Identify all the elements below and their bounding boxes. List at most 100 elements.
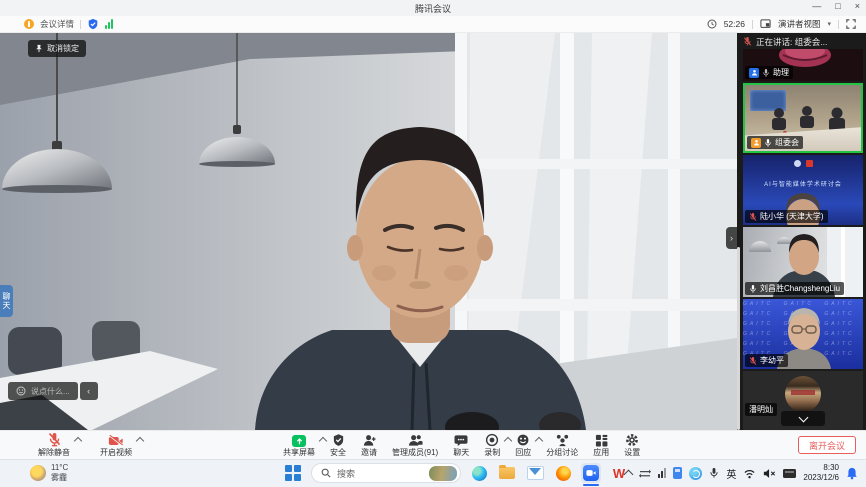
manage-members-button[interactable]: 管理成员(91) xyxy=(392,433,438,458)
unmute-button[interactable]: 解除静音 xyxy=(38,433,70,458)
quick-chat-bar[interactable]: 说点什么... ‹ xyxy=(8,382,98,400)
unpin-button[interactable]: 取消锁定 xyxy=(28,40,86,57)
speaker-muted-icon[interactable] xyxy=(763,468,776,479)
network-signal-icon[interactable] xyxy=(105,19,113,29)
search-icon xyxy=(321,468,331,478)
invite-person-icon xyxy=(363,433,376,447)
taskbar-app-firefox[interactable] xyxy=(553,463,573,483)
participant-tile[interactable]: GAITC GAITC GAITC GAITC GAITC GAITC GAIT… xyxy=(743,299,863,369)
record-label: 录制 xyxy=(484,447,500,458)
chat-button[interactable]: 聊天 xyxy=(453,433,469,458)
host-role-icon xyxy=(749,68,759,78)
timer-clock-icon xyxy=(707,19,717,29)
weather-widget[interactable]: 11°C 雾霾 xyxy=(30,463,68,483)
collapse-chat-icon[interactable]: ‹ xyxy=(80,382,98,400)
emoji-smile-icon[interactable] xyxy=(16,386,26,396)
meeting-details-link[interactable]: 会议详情 xyxy=(40,18,74,30)
members-icon xyxy=(408,433,423,447)
divider xyxy=(838,20,839,29)
taskbar-app-tencent-meeting[interactable] xyxy=(581,463,601,483)
mic-on-icon xyxy=(764,138,772,148)
main-speaker-video[interactable]: 取消锁定 聊天 说点什么... ‹ › xyxy=(0,33,737,430)
pin-icon xyxy=(35,44,43,53)
breakout-group-icon xyxy=(555,433,570,447)
invite-button[interactable]: 邀请 xyxy=(361,433,377,458)
quick-chat-input[interactable]: 说点什么... xyxy=(31,386,70,397)
scroll-more-participants-button[interactable] xyxy=(781,411,825,426)
chat-label: 聊天 xyxy=(453,447,469,458)
tencent-meeting-window: 腾讯会议 — □ × 会议详情 52:26 xyxy=(0,0,866,487)
taskbar-clock[interactable]: 8:30 2023/12/6 xyxy=(803,463,839,483)
participant-tile[interactable]: 潘明灿 xyxy=(743,371,863,430)
participant-tile[interactable]: 助理 xyxy=(743,49,863,81)
participant-name: 李幼平 xyxy=(760,355,784,366)
avatar xyxy=(785,376,821,412)
share-options-chevron[interactable] xyxy=(319,437,327,445)
sync-arrows-icon[interactable] xyxy=(639,468,651,479)
start-button[interactable] xyxy=(283,463,303,483)
leave-meeting-button[interactable]: 离开会议 xyxy=(798,436,856,454)
fullscreen-icon[interactable] xyxy=(846,19,856,29)
participant-tile[interactable]: AI与智能媒体学术研讨会 陆小华 (天津大学) xyxy=(743,155,863,225)
mic-options-chevron[interactable] xyxy=(74,437,82,445)
security-button[interactable]: 安全 xyxy=(330,433,346,458)
mic-muted-icon xyxy=(749,356,757,366)
settings-label: 设置 xyxy=(624,447,640,458)
chat-side-tab[interactable]: 聊天 xyxy=(0,285,13,317)
participant-tile[interactable]: 刘昌胜ChangshengLiu xyxy=(743,227,863,297)
record-button[interactable]: 录制 xyxy=(484,433,500,458)
view-mode-selector[interactable]: 演讲者视图 xyxy=(778,18,821,30)
maximize-icon[interactable]: □ xyxy=(835,1,840,11)
windows-start-icon xyxy=(285,465,301,481)
mail-icon xyxy=(527,466,544,480)
shield-icon xyxy=(332,433,345,447)
start-video-button[interactable]: 开启视频 xyxy=(100,433,132,458)
firefox-icon xyxy=(556,466,571,481)
device-tray-icon[interactable] xyxy=(783,469,796,478)
divider xyxy=(80,20,81,29)
taskbar-app-mail[interactable] xyxy=(525,463,545,483)
record-options-chevron[interactable] xyxy=(504,437,512,445)
chevron-down-icon[interactable]: ▾ xyxy=(827,20,831,28)
video-options-chevron[interactable] xyxy=(136,437,144,445)
sidebar-collapse-handle[interactable]: › xyxy=(726,227,737,249)
now-speaking-row: 正在讲话: 组委会... xyxy=(743,35,863,48)
encryption-shield-icon[interactable] xyxy=(87,18,99,30)
mic-muted-gray-icon xyxy=(762,68,770,78)
participants-sidebar: 正在讲话: 组委会... 助理 xyxy=(737,33,866,430)
settings-button[interactable]: 设置 xyxy=(624,433,640,458)
usb-drive-icon[interactable] xyxy=(673,467,682,479)
search-highlight-thumbnail[interactable] xyxy=(429,466,457,481)
input-language-indicator[interactable]: 英 xyxy=(726,466,736,481)
apps-button[interactable]: 应用 xyxy=(593,433,609,458)
share-screen-button[interactable]: 共享屏幕 xyxy=(283,433,315,458)
participant-tile-active-speaker[interactable]: 组委会 xyxy=(743,83,863,153)
taskbar-app-explorer[interactable] xyxy=(497,463,517,483)
minimize-icon[interactable]: — xyxy=(812,1,821,11)
clock-time: 8:30 xyxy=(803,463,839,473)
taskbar-search-input[interactable]: 搜索 xyxy=(311,463,461,483)
taskbar-app-edge[interactable] xyxy=(469,463,489,483)
hidden-icons-chevron[interactable] xyxy=(624,470,634,480)
unpin-label: 取消锁定 xyxy=(47,43,79,54)
performance-bars-icon[interactable] xyxy=(658,468,666,478)
reactions-options-chevron[interactable] xyxy=(535,437,543,445)
notification-bell-icon[interactable] xyxy=(846,467,858,480)
meeting-info-bar: 会议详情 52:26 演讲者视图 ▾ xyxy=(0,16,866,33)
title-bar: 腾讯会议 — □ × xyxy=(0,0,866,16)
chat-bubble-icon xyxy=(454,434,468,447)
wifi-icon[interactable] xyxy=(743,468,756,479)
now-speaking-label: 正在讲话: 组委会... xyxy=(756,36,827,48)
tray-mic-icon[interactable] xyxy=(709,467,719,479)
reactions-button[interactable]: 回应 xyxy=(515,433,531,458)
windows-taskbar: 11°C 雾霾 搜索 xyxy=(0,459,866,487)
search-placeholder: 搜索 xyxy=(337,467,423,480)
participant-name: 刘昌胜ChangshengLiu xyxy=(760,283,840,294)
breakout-rooms-button[interactable]: 分组讨论 xyxy=(546,433,578,458)
sidebar-scrollbar[interactable] xyxy=(737,247,740,430)
info-icon xyxy=(24,19,34,29)
edge-icon xyxy=(472,466,487,481)
close-icon[interactable]: × xyxy=(855,1,860,11)
antivirus-shield-icon[interactable] xyxy=(689,467,702,480)
chevron-down-icon xyxy=(798,412,808,422)
